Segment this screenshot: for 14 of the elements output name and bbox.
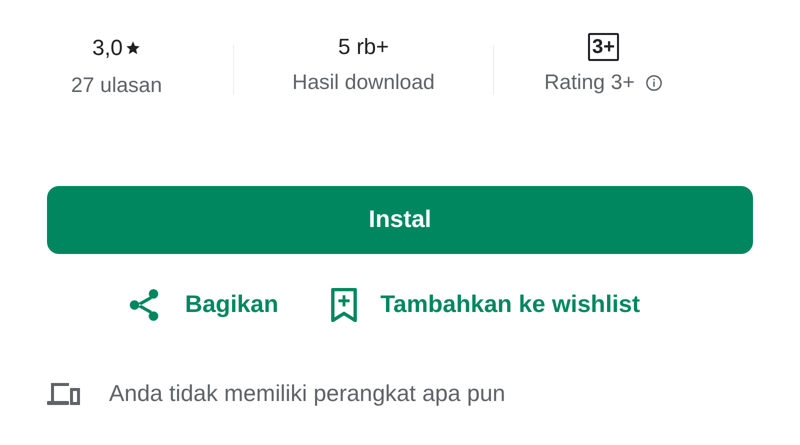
stat-value: 3,0 [92, 35, 123, 61]
device-notice: Anda tidak memiliki perangkat apa pun [109, 380, 506, 407]
star-icon [124, 40, 141, 56]
action-link[interactable]: Tambahkan ke wishlist [380, 291, 640, 319]
install-button[interactable]: Instal [47, 186, 753, 254]
age-rating-badge: 3+ [588, 32, 619, 60]
stat-label: Hasil download [292, 71, 435, 95]
bookmark-plus-icon[interactable] [330, 288, 358, 322]
action-link[interactable]: Bagikan [185, 291, 278, 319]
info-icon[interactable] [644, 74, 663, 92]
stat-label: Rating 3+ [544, 71, 635, 95]
devices-icon [47, 380, 81, 406]
stat-label: 27 ulasan [70, 74, 162, 98]
stat-value: 5 rb+ [338, 34, 389, 60]
